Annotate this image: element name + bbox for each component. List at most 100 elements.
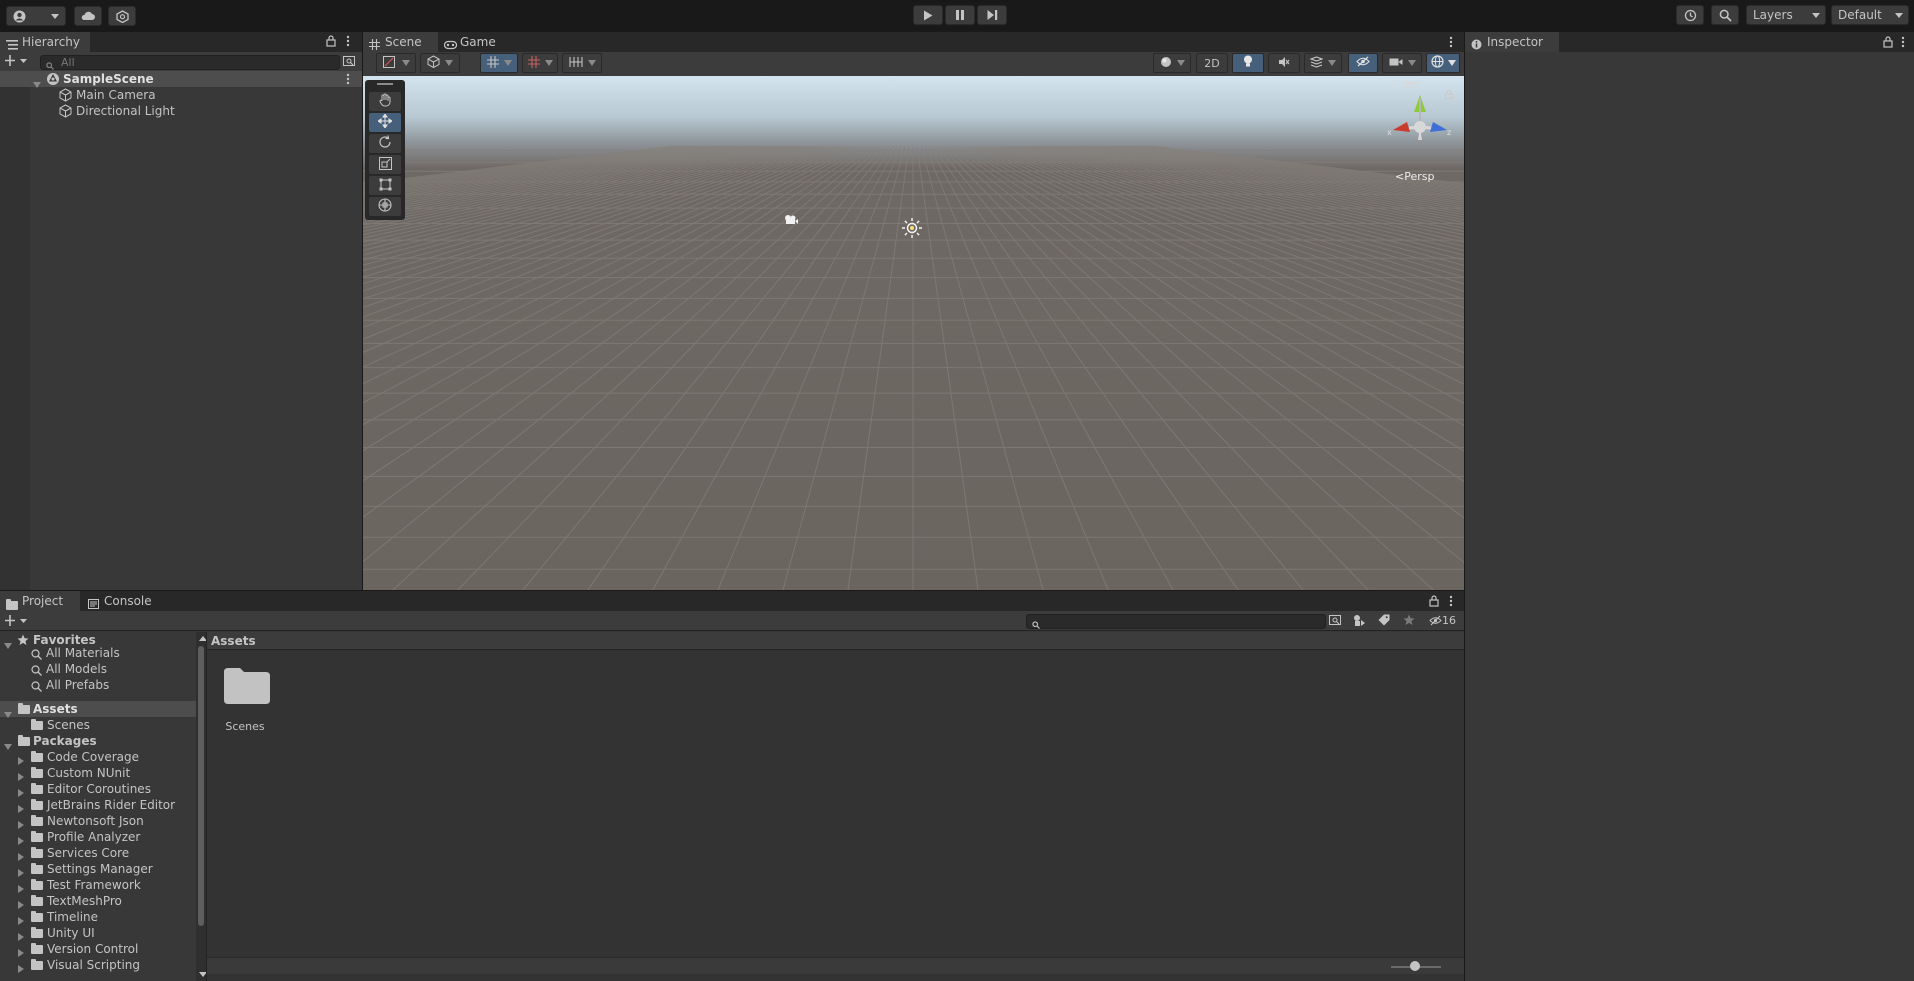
- tree-item[interactable]: Code Coverage: [0, 749, 196, 765]
- gizmo-x-label: x: [1387, 128, 1392, 137]
- kebab-menu-icon[interactable]: [1449, 595, 1453, 610]
- toggle-2d-button[interactable]: 2D: [1196, 53, 1228, 73]
- tab-game[interactable]: Game: [438, 32, 508, 52]
- hierarchy-search-input[interactable]: All: [40, 55, 340, 70]
- tree-item[interactable]: Version Control: [0, 941, 196, 957]
- increment-snap-dropdown[interactable]: [562, 53, 602, 73]
- kebab-menu-icon[interactable]: [1901, 36, 1905, 51]
- light-gizmo-icon[interactable]: [901, 217, 923, 242]
- orientation-gizmo[interactable]: x z <Persp: [1373, 76, 1463, 183]
- splitter[interactable]: [1464, 32, 1465, 981]
- layout-dropdown[interactable]: Default: [1831, 5, 1909, 25]
- hierarchy-item[interactable]: Main Camera: [0, 87, 362, 103]
- pause-button[interactable]: [945, 5, 975, 25]
- expand-arrow-icon[interactable]: [18, 961, 24, 977]
- rect-tool-button[interactable]: [369, 176, 401, 195]
- tab-console[interactable]: Console: [82, 591, 162, 611]
- project-search-input[interactable]: [1026, 614, 1326, 629]
- cloud-button[interactable]: [74, 6, 102, 26]
- tree-item[interactable]: Profile Analyzer: [0, 829, 196, 845]
- persp-toggle[interactable]: <Persp: [1395, 170, 1434, 183]
- tag-icon[interactable]: [1378, 614, 1390, 629]
- tree-item[interactable]: All Models: [0, 661, 196, 677]
- tree-item-label: Editor Coroutines: [47, 782, 151, 796]
- tree-item[interactable]: All Materials: [0, 645, 196, 661]
- kebab-menu-icon[interactable]: [1449, 36, 1453, 51]
- tree-item-label: JetBrains Rider Editor: [47, 798, 176, 812]
- hidden-packages-toggle[interactable]: 16: [1429, 614, 1456, 627]
- gizmo-handle[interactable]: [1404, 82, 1418, 84]
- tree-item[interactable]: Unity UI: [0, 925, 196, 941]
- splitter[interactable]: [362, 32, 363, 590]
- search-button[interactable]: [1711, 5, 1739, 25]
- search-filter-icon[interactable]: [343, 56, 356, 71]
- layers-dropdown[interactable]: Layers: [1746, 5, 1826, 25]
- tree-assets-row[interactable]: Assets: [0, 701, 196, 718]
- hierarchy-scene-row[interactable]: SampleScene: [0, 71, 362, 88]
- tree-item[interactable]: Settings Manager: [0, 861, 196, 877]
- tab-hierarchy[interactable]: Hierarchy: [0, 32, 90, 52]
- lock-icon[interactable]: [1429, 595, 1439, 610]
- move-tool-button[interactable]: [369, 113, 401, 132]
- folder-icon: [31, 781, 43, 797]
- drag-handle[interactable]: [377, 83, 393, 85]
- play-button[interactable]: [913, 5, 943, 25]
- star-icon[interactable]: [1403, 614, 1415, 629]
- scroll-thumb[interactable]: [198, 646, 204, 926]
- gizmos-dropdown[interactable]: [1426, 53, 1460, 73]
- breadcrumb-item[interactable]: Assets: [211, 634, 256, 648]
- lock-icon[interactable]: [326, 35, 336, 50]
- tree-packages-row[interactable]: Packages: [0, 733, 196, 750]
- draw-mode-dropdown[interactable]: [376, 53, 416, 73]
- add-button[interactable]: [5, 615, 29, 630]
- tree-item-label: Newtonsoft Json: [47, 814, 144, 828]
- tab-project[interactable]: Project: [0, 591, 80, 611]
- collab-button[interactable]: [108, 6, 136, 26]
- rotate-tool-button[interactable]: [369, 134, 401, 153]
- tree-scrollbar[interactable]: [196, 632, 207, 981]
- camera-gizmo-icon[interactable]: [783, 214, 799, 229]
- audio-toggle[interactable]: [1268, 53, 1300, 73]
- hand-tool-button[interactable]: [369, 92, 401, 111]
- transform-tool-button[interactable]: [369, 197, 401, 216]
- lock-icon[interactable]: [1883, 36, 1893, 51]
- tree-item[interactable]: All Prefabs: [0, 677, 196, 693]
- tab-scene[interactable]: Scene: [363, 32, 438, 52]
- tree-item[interactable]: Timeline: [0, 909, 196, 925]
- tab-inspector[interactable]: Inspector: [1465, 32, 1559, 52]
- scene-viewport[interactable]: x z <Persp: [363, 76, 1464, 590]
- snap-increment-dropdown[interactable]: [522, 53, 558, 73]
- asset-tile[interactable]: Scenes: [217, 662, 273, 742]
- tree-item[interactable]: Editor Coroutines: [0, 781, 196, 797]
- lighting-toggle[interactable]: [1232, 53, 1264, 73]
- shading-dropdown[interactable]: [420, 53, 460, 73]
- hierarchy-item[interactable]: Directional Light: [0, 103, 362, 119]
- step-button[interactable]: [977, 5, 1007, 25]
- history-button[interactable]: [1676, 5, 1704, 25]
- splitter[interactable]: [0, 590, 1464, 591]
- tree-item[interactable]: Custom NUnit: [0, 765, 196, 781]
- hidden-objects-toggle[interactable]: [1348, 53, 1378, 73]
- search-filter-icon[interactable]: [1329, 615, 1342, 630]
- kebab-menu-icon[interactable]: [346, 35, 350, 50]
- camera-settings-dropdown[interactable]: [1382, 53, 1422, 73]
- effects-dropdown[interactable]: [1304, 53, 1342, 73]
- folder-icon: [31, 909, 43, 925]
- tree-item[interactable]: Test Framework: [0, 877, 196, 893]
- render-mode-dropdown[interactable]: [1153, 53, 1191, 73]
- grid-snap-dropdown[interactable]: [480, 53, 518, 73]
- account-dropdown[interactable]: [6, 6, 66, 26]
- tree-item-label: All Prefabs: [46, 678, 110, 692]
- tree-item[interactable]: JetBrains Rider Editor: [0, 797, 196, 813]
- tree-item[interactable]: Scenes: [0, 717, 196, 733]
- tree-item[interactable]: Newtonsoft Json: [0, 813, 196, 829]
- folder-open-icon: [18, 701, 30, 717]
- tree-item[interactable]: TextMeshPro: [0, 893, 196, 909]
- scale-tool-button[interactable]: [369, 155, 401, 174]
- tree-item[interactable]: Services Core: [0, 845, 196, 861]
- filter-by-type-icon[interactable]: [1352, 614, 1366, 630]
- layout-label: Default: [1838, 8, 1882, 22]
- add-button[interactable]: [5, 55, 29, 70]
- zoom-slider-thumb[interactable]: [1410, 961, 1420, 971]
- tree-item[interactable]: Visual Scripting: [0, 957, 196, 973]
